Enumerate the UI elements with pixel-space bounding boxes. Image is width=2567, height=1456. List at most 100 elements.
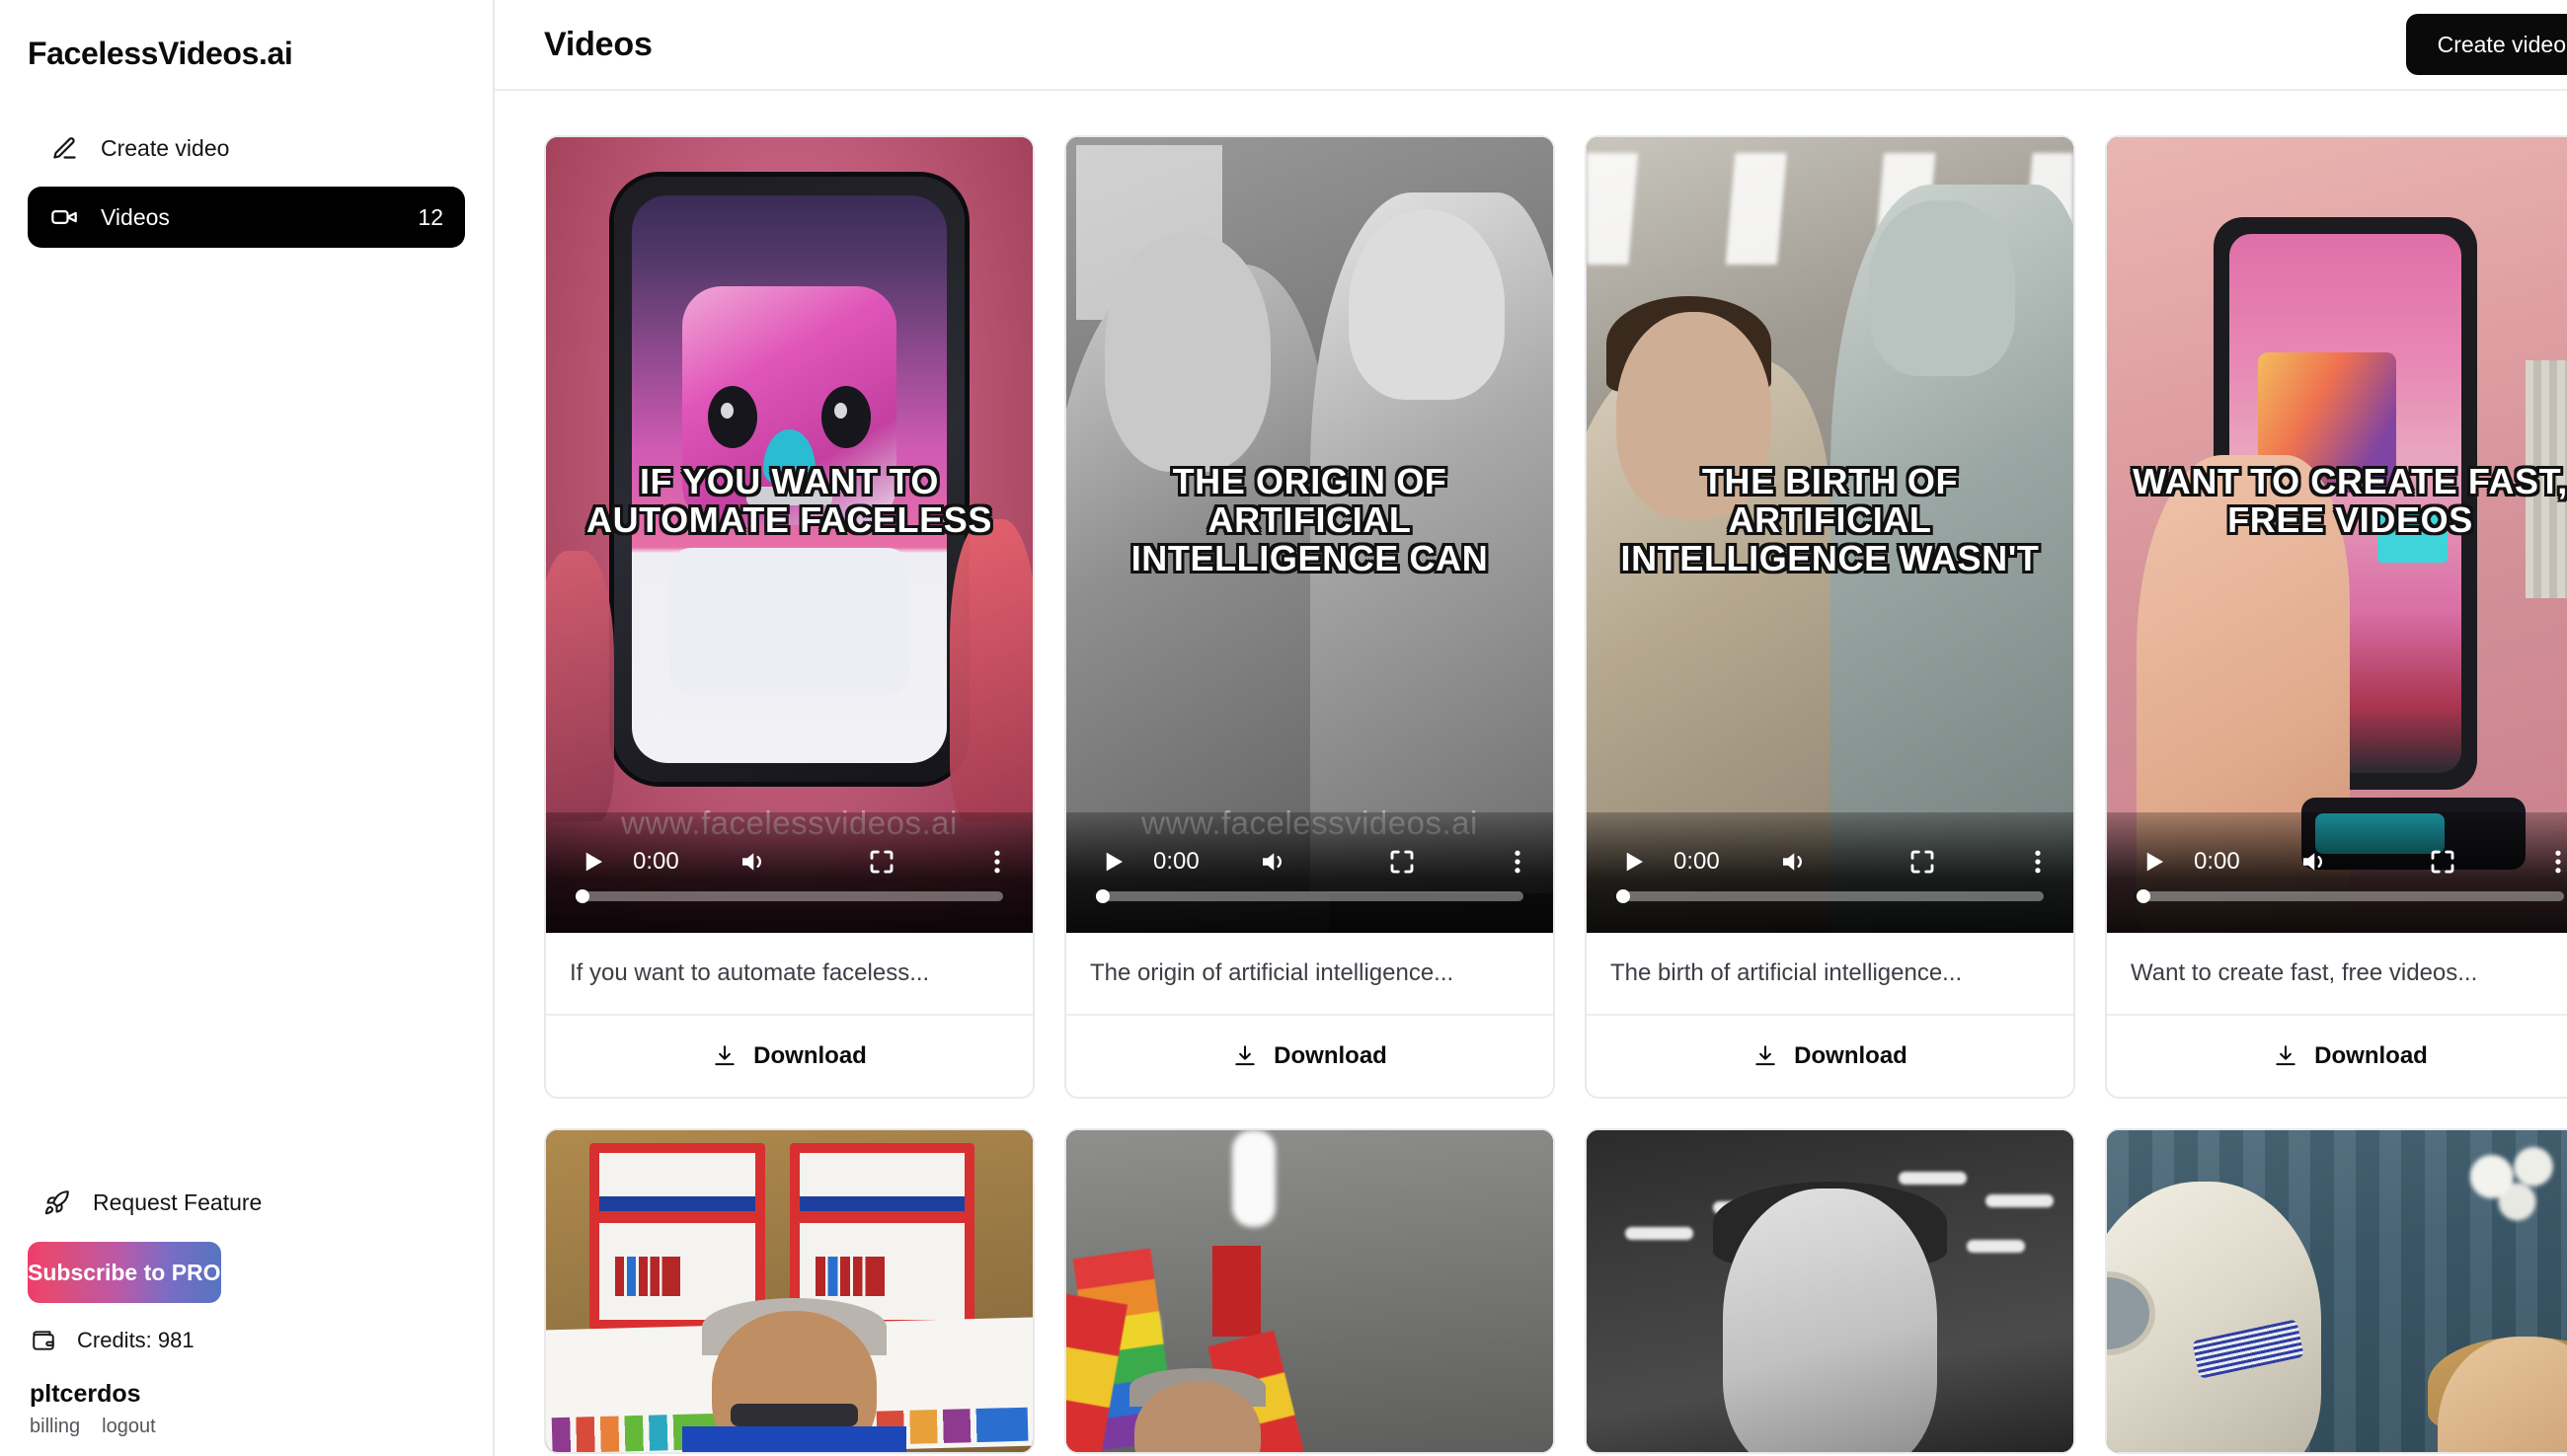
sidebar-footer: Request Feature Subscribe to PRO Credits… <box>28 1177 465 1438</box>
video-current-time: 0:00 <box>633 848 679 875</box>
more-vertical-icon[interactable] <box>2032 845 2044 879</box>
main-content: Videos Create video IF YOU WANT TO AUTOM… <box>495 0 2567 1456</box>
sidebar-item-create-video-label: Create video <box>101 134 230 161</box>
download-button-label: Download <box>1274 1042 1387 1069</box>
sidebar-item-videos[interactable]: Videos 12 <box>28 187 465 248</box>
download-button[interactable]: Download <box>1587 1016 2073 1097</box>
download-icon <box>712 1043 738 1069</box>
video-player[interactable]: THE BIRTH OF ARTIFICIAL INTELLIGENCE WAS… <box>1587 137 2073 933</box>
video-progress-knob[interactable] <box>1616 889 1630 903</box>
sidebar: FacelessVideos.ai Create video Videos 12 <box>0 0 495 1456</box>
video-progress-slider[interactable] <box>1616 889 2044 903</box>
video-camera-icon <box>49 202 79 232</box>
download-icon <box>1232 1043 1258 1069</box>
download-button-label: Download <box>753 1042 867 1069</box>
logout-link[interactable]: logout <box>102 1416 156 1438</box>
video-controls-row: 0:00 <box>1066 832 1553 891</box>
video-progress-slider[interactable] <box>576 889 1003 903</box>
volume-icon[interactable] <box>1255 845 1290 879</box>
video-card <box>1064 1128 1555 1454</box>
video-current-time: 0:00 <box>2194 848 2240 875</box>
video-player[interactable]: IF YOU WANT TO AUTOMATE FACELESSwww.face… <box>546 137 1033 933</box>
fullscreen-icon[interactable] <box>1385 845 1419 879</box>
top-bar: Videos Create video <box>495 0 2567 91</box>
fullscreen-icon[interactable] <box>1906 845 1939 879</box>
more-vertical-icon[interactable] <box>2552 845 2564 879</box>
username: pltcerdos <box>30 1380 141 1408</box>
fullscreen-icon[interactable] <box>2426 845 2459 879</box>
video-player[interactable] <box>546 1130 1033 1452</box>
video-player[interactable]: THE ORIGIN OF ARTIFICIAL INTELLIGENCE CA… <box>1066 137 1553 933</box>
page-title: Videos <box>544 25 653 63</box>
download-icon <box>2273 1043 2298 1069</box>
video-card: WANT TO CREATE FAST, FREE VIDEOS 0:00 Want… <box>2105 135 2567 1099</box>
sidebar-item-create-video[interactable]: Create video <box>28 117 465 179</box>
video-card <box>544 1128 1035 1454</box>
more-vertical-icon[interactable] <box>991 845 1003 879</box>
video-controls-bar: 0:00 <box>1587 812 2073 933</box>
sidebar-item-videos-label: Videos <box>101 203 170 230</box>
video-controls-bar: 0:00 <box>2107 812 2567 933</box>
video-current-time: 0:00 <box>1153 848 1200 875</box>
video-title: The origin of artificial intelligence... <box>1066 933 1553 1016</box>
video-poster <box>1066 1130 1553 1452</box>
volume-icon[interactable] <box>1775 845 1811 879</box>
download-button[interactable]: Download <box>2107 1016 2567 1097</box>
video-title: The birth of artificial intelligence... <box>1587 933 2073 1016</box>
video-poster <box>546 1130 1033 1452</box>
video-controls-row: 0:00 <box>546 832 1033 891</box>
video-card: THE BIRTH OF ARTIFICIAL INTELLIGENCE WAS… <box>1585 135 2075 1099</box>
create-video-button-label: Create video <box>2437 31 2566 57</box>
video-player[interactable] <box>1066 1130 1553 1452</box>
video-player[interactable] <box>1587 1130 2073 1452</box>
volume-icon[interactable] <box>2295 845 2331 879</box>
video-controls-bar: 0:00 <box>1066 812 1553 933</box>
video-title: Want to create fast, free videos... <box>2107 933 2567 1016</box>
sidebar-item-videos-count: 12 <box>418 203 443 230</box>
more-vertical-icon[interactable] <box>1512 845 1523 879</box>
subscribe-to-pro-label: Subscribe to PRO <box>28 1259 221 1285</box>
request-feature-button[interactable]: Request Feature <box>28 1177 465 1228</box>
download-button[interactable]: Download <box>546 1016 1033 1097</box>
video-card: IF YOU WANT TO AUTOMATE FACELESSwww.face… <box>544 135 1035 1099</box>
credits-label: Credits: 981 <box>77 1328 194 1352</box>
download-button-label: Download <box>1794 1042 1907 1069</box>
user-links: billing logout <box>30 1416 465 1438</box>
download-button[interactable]: Download <box>1066 1016 1553 1097</box>
video-progress-knob[interactable] <box>576 889 589 903</box>
pencil-icon <box>49 133 79 163</box>
volume-icon[interactable] <box>735 845 770 879</box>
video-progress-knob[interactable] <box>1096 889 1110 903</box>
video-card <box>2105 1128 2567 1454</box>
app-root: FacelessVideos.ai Create video Videos 12 <box>0 0 2567 1456</box>
billing-link[interactable]: billing <box>30 1416 80 1438</box>
video-player[interactable]: WANT TO CREATE FAST, FREE VIDEOS 0:00 <box>2107 137 2567 933</box>
download-icon <box>1752 1043 1778 1069</box>
video-current-time: 0:00 <box>1673 848 1720 875</box>
subscribe-to-pro-button[interactable]: Subscribe to PRO <box>28 1242 221 1303</box>
play-icon[interactable] <box>576 845 609 879</box>
video-title: If you want to automate faceless... <box>546 933 1033 1016</box>
fullscreen-icon[interactable] <box>865 845 898 879</box>
play-icon[interactable] <box>2137 845 2170 879</box>
video-card: THE ORIGIN OF ARTIFICIAL INTELLIGENCE CA… <box>1064 135 1555 1099</box>
video-progress-slider[interactable] <box>1096 889 1523 903</box>
play-icon[interactable] <box>1096 845 1129 879</box>
videos-scroll-area[interactable]: IF YOU WANT TO AUTOMATE FACELESSwww.face… <box>495 91 2567 1456</box>
play-icon[interactable] <box>1616 845 1650 879</box>
rocket-icon <box>41 1188 71 1217</box>
video-controls-row: 0:00 <box>2107 832 2567 891</box>
create-video-button[interactable]: Create video <box>2405 14 2567 75</box>
video-controls-bar: 0:00 <box>546 812 1033 933</box>
video-controls-row: 0:00 <box>1587 832 2073 891</box>
video-progress-slider[interactable] <box>2137 889 2564 903</box>
download-button-label: Download <box>2314 1042 2428 1069</box>
video-player[interactable] <box>2107 1130 2567 1452</box>
brand-logo: FacelessVideos.ai <box>28 36 293 71</box>
video-poster <box>2107 1130 2567 1452</box>
video-poster <box>1587 1130 2073 1452</box>
video-progress-knob[interactable] <box>2137 889 2150 903</box>
video-card <box>1585 1128 2075 1454</box>
sidebar-nav: Create video Videos 12 <box>28 117 465 248</box>
user-block: pltcerdos billing logout <box>28 1380 465 1438</box>
